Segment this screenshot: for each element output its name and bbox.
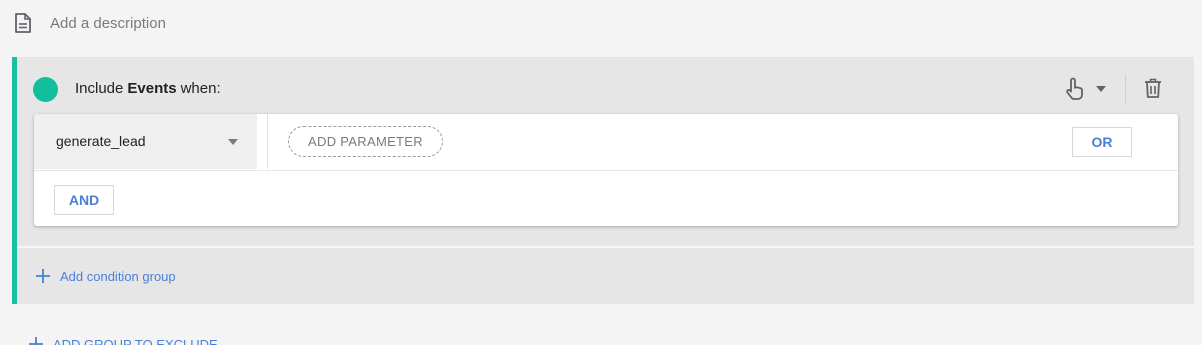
or-button[interactable]: OR: [1072, 127, 1132, 157]
add-parameter-button[interactable]: ADD PARAMETER: [288, 126, 443, 157]
trash-icon[interactable]: [1144, 78, 1162, 98]
description-row[interactable]: Add a description: [14, 9, 166, 37]
header-prefix: Include: [75, 80, 124, 97]
condition-row-divider: [34, 170, 1178, 171]
audience-builder: Add a description Include Events when: g…: [0, 0, 1202, 345]
and-button[interactable]: AND: [54, 185, 114, 215]
chevron-down-icon: [1096, 86, 1106, 92]
header-suffix: when:: [180, 80, 221, 97]
document-icon: [15, 13, 31, 33]
event-select[interactable]: generate_lead: [34, 114, 257, 169]
plus-icon: [36, 269, 50, 283]
group-footer-divider: [17, 246, 1194, 248]
header-divider: [1125, 74, 1126, 104]
add-condition-group-label: Add condition group: [60, 268, 176, 284]
add-condition-group-link[interactable]: Add condition group: [35, 266, 176, 286]
add-group-to-exclude-label: ADD GROUP TO EXCLUDE: [53, 336, 218, 345]
status-dot: [33, 77, 58, 102]
event-select-value: generate_lead: [56, 133, 146, 149]
header-keyword: Events: [127, 80, 177, 97]
group-header-label: Include Events when:: [75, 80, 221, 97]
add-group-to-exclude-link[interactable]: ADD GROUP TO EXCLUDE: [28, 334, 218, 345]
include-condition-group: Include Events when: generate_lead ADD P…: [12, 57, 1194, 304]
plus-icon: [29, 337, 43, 345]
chevron-down-icon: [228, 139, 238, 145]
condition-divider: [267, 114, 268, 169]
condition-box: generate_lead ADD PARAMETER OR AND: [34, 114, 1178, 226]
scope-dropdown-button[interactable]: [1064, 75, 1114, 103]
description-placeholder[interactable]: Add a description: [50, 15, 166, 32]
touch-app-icon: [1066, 77, 1083, 100]
group-header: Include Events when:: [17, 57, 1194, 113]
